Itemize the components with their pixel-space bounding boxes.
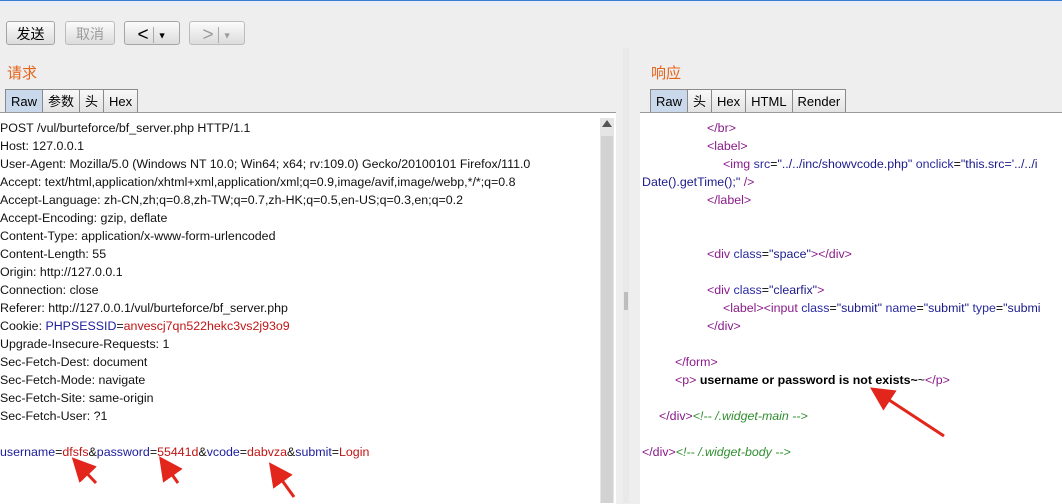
annotation-arrow-vcode <box>268 462 296 498</box>
annotation-arrow-username <box>71 457 98 485</box>
annotation-arrow-response <box>869 387 945 438</box>
annotation-arrow-password <box>159 456 183 484</box>
annotation-overlay <box>71 387 945 498</box>
